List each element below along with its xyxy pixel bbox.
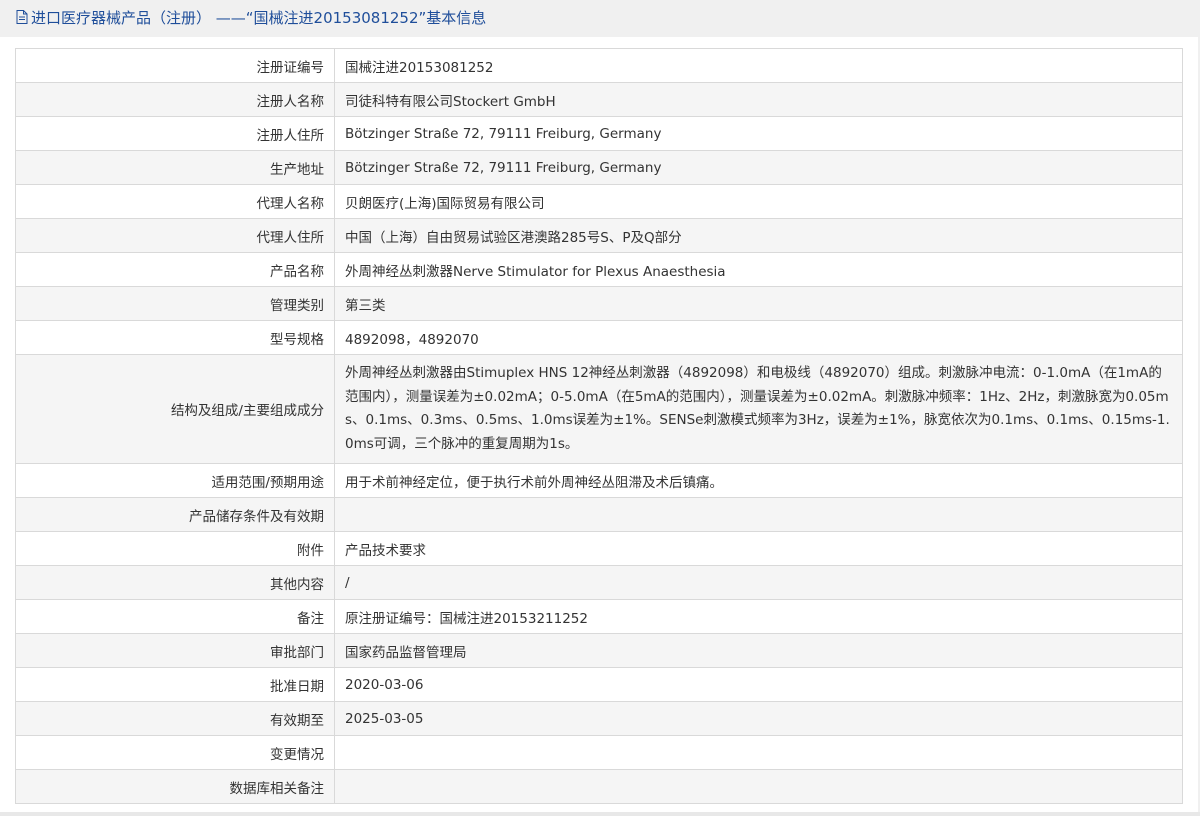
bottom-border xyxy=(0,812,1200,816)
row-label: 其他内容 xyxy=(15,565,335,600)
row-label: 管理类别 xyxy=(15,286,335,321)
row-label: 产品名称 xyxy=(15,252,335,287)
row-label: 生产地址 xyxy=(15,150,335,185)
row-value xyxy=(334,769,1183,804)
document-icon xyxy=(16,10,28,24)
table-row: 产品储存条件及有效期 xyxy=(15,497,1183,532)
table-row: 适用范围/预期用途 用于术前神经定位，便于执行术前外周神经丛阻滞及术后镇痛。 xyxy=(15,463,1183,498)
row-value: 原注册证编号：国械注进20153211252 xyxy=(334,599,1183,634)
row-label: 批准日期 xyxy=(15,667,335,702)
row-label: 型号规格 xyxy=(15,320,335,355)
table-row: 注册人住所 Bötzinger Straße 72, 79111 Freiburg… xyxy=(15,116,1183,151)
info-panel: 注册证编号 国械注进20153081252 注册人名称 司徒科特有限公司Stocke… xyxy=(0,37,1198,812)
row-label: 数据库相关备注 xyxy=(15,769,335,804)
row-value: 4892098，4892070 xyxy=(334,320,1183,355)
row-label: 备注 xyxy=(15,599,335,634)
row-value: Bötzinger Straße 72, 79111 Freiburg, Ger… xyxy=(334,150,1183,185)
row-label: 注册人名称 xyxy=(15,82,335,117)
row-label: 适用范围/预期用途 xyxy=(15,463,335,498)
table-row: 注册证编号 国械注进20153081252 xyxy=(15,48,1183,83)
product-info-table: 注册证编号 国械注进20153081252 注册人名称 司徒科特有限公司Stocke… xyxy=(15,48,1183,804)
table-row: 附件 产品技术要求 xyxy=(15,531,1183,566)
table-row: 型号规格 4892098，4892070 xyxy=(15,320,1183,355)
row-label: 产品储存条件及有效期 xyxy=(15,497,335,532)
table-row: 管理类别 第三类 xyxy=(15,286,1183,321)
row-label: 审批部门 xyxy=(15,633,335,668)
row-value: 司徒科特有限公司Stockert GmbH xyxy=(334,82,1183,117)
table-row: 生产地址 Bötzinger Straße 72, 79111 Freiburg,… xyxy=(15,150,1183,185)
row-value: 第三类 xyxy=(334,286,1183,321)
table-row: 结构及组成/主要组成成分 外周神经丛刺激器由Stimuplex HNS 12神经丛… xyxy=(15,354,1183,464)
row-label: 附件 xyxy=(15,531,335,566)
row-value: / xyxy=(334,565,1183,600)
row-label: 结构及组成/主要组成成分 xyxy=(15,354,335,464)
page-title: 进口医疗器械产品（注册） ——“国械注进20153081252”基本信息 xyxy=(31,9,487,27)
row-value: 2020-03-06 xyxy=(334,667,1183,702)
table-row: 有效期至 2025-03-05 xyxy=(15,701,1183,736)
table-row: 数据库相关备注 xyxy=(15,769,1183,804)
table-row: 其他内容 / xyxy=(15,565,1183,600)
row-value xyxy=(334,735,1183,770)
table-row: 批准日期 2020-03-06 xyxy=(15,667,1183,702)
row-value: 中国（上海）自由贸易试验区港澳路285号S、P及Q部分 xyxy=(334,218,1183,253)
row-label: 代理人名称 xyxy=(15,184,335,219)
row-label: 注册人住所 xyxy=(15,116,335,151)
table-row: 变更情况 xyxy=(15,735,1183,770)
row-label: 变更情况 xyxy=(15,735,335,770)
row-value: 外周神经丛刺激器Nerve Stimulator for Plexus Anae… xyxy=(334,252,1183,287)
row-value: 国械注进20153081252 xyxy=(334,48,1183,83)
row-label: 有效期至 xyxy=(15,701,335,736)
row-value: 国家药品监督管理局 xyxy=(334,633,1183,668)
row-value: 2025-03-05 xyxy=(334,701,1183,736)
row-value: 外周神经丛刺激器由Stimuplex HNS 12神经丛刺激器（4892098）… xyxy=(334,354,1183,464)
row-value: 产品技术要求 xyxy=(334,531,1183,566)
table-row: 代理人住所 中国（上海）自由贸易试验区港澳路285号S、P及Q部分 xyxy=(15,218,1183,253)
table-row: 产品名称 外周神经丛刺激器Nerve Stimulator for Plexus … xyxy=(15,252,1183,287)
row-value: Bötzinger Straße 72, 79111 Freiburg, Ger… xyxy=(334,116,1183,151)
row-value xyxy=(334,497,1183,532)
table-row: 注册人名称 司徒科特有限公司Stockert GmbH xyxy=(15,82,1183,117)
row-value: 贝朗医疗(上海)国际贸易有限公司 xyxy=(334,184,1183,219)
row-value: 用于术前神经定位，便于执行术前外周神经丛阻滞及术后镇痛。 xyxy=(334,463,1183,498)
row-label: 代理人住所 xyxy=(15,218,335,253)
table-row: 代理人名称 贝朗医疗(上海)国际贸易有限公司 xyxy=(15,184,1183,219)
row-label: 注册证编号 xyxy=(15,48,335,83)
table-row: 备注 原注册证编号：国械注进20153211252 xyxy=(15,599,1183,634)
page-header: 进口医疗器械产品（注册） ——“国械注进20153081252”基本信息 xyxy=(0,0,1200,38)
table-row: 审批部门 国家药品监督管理局 xyxy=(15,633,1183,668)
